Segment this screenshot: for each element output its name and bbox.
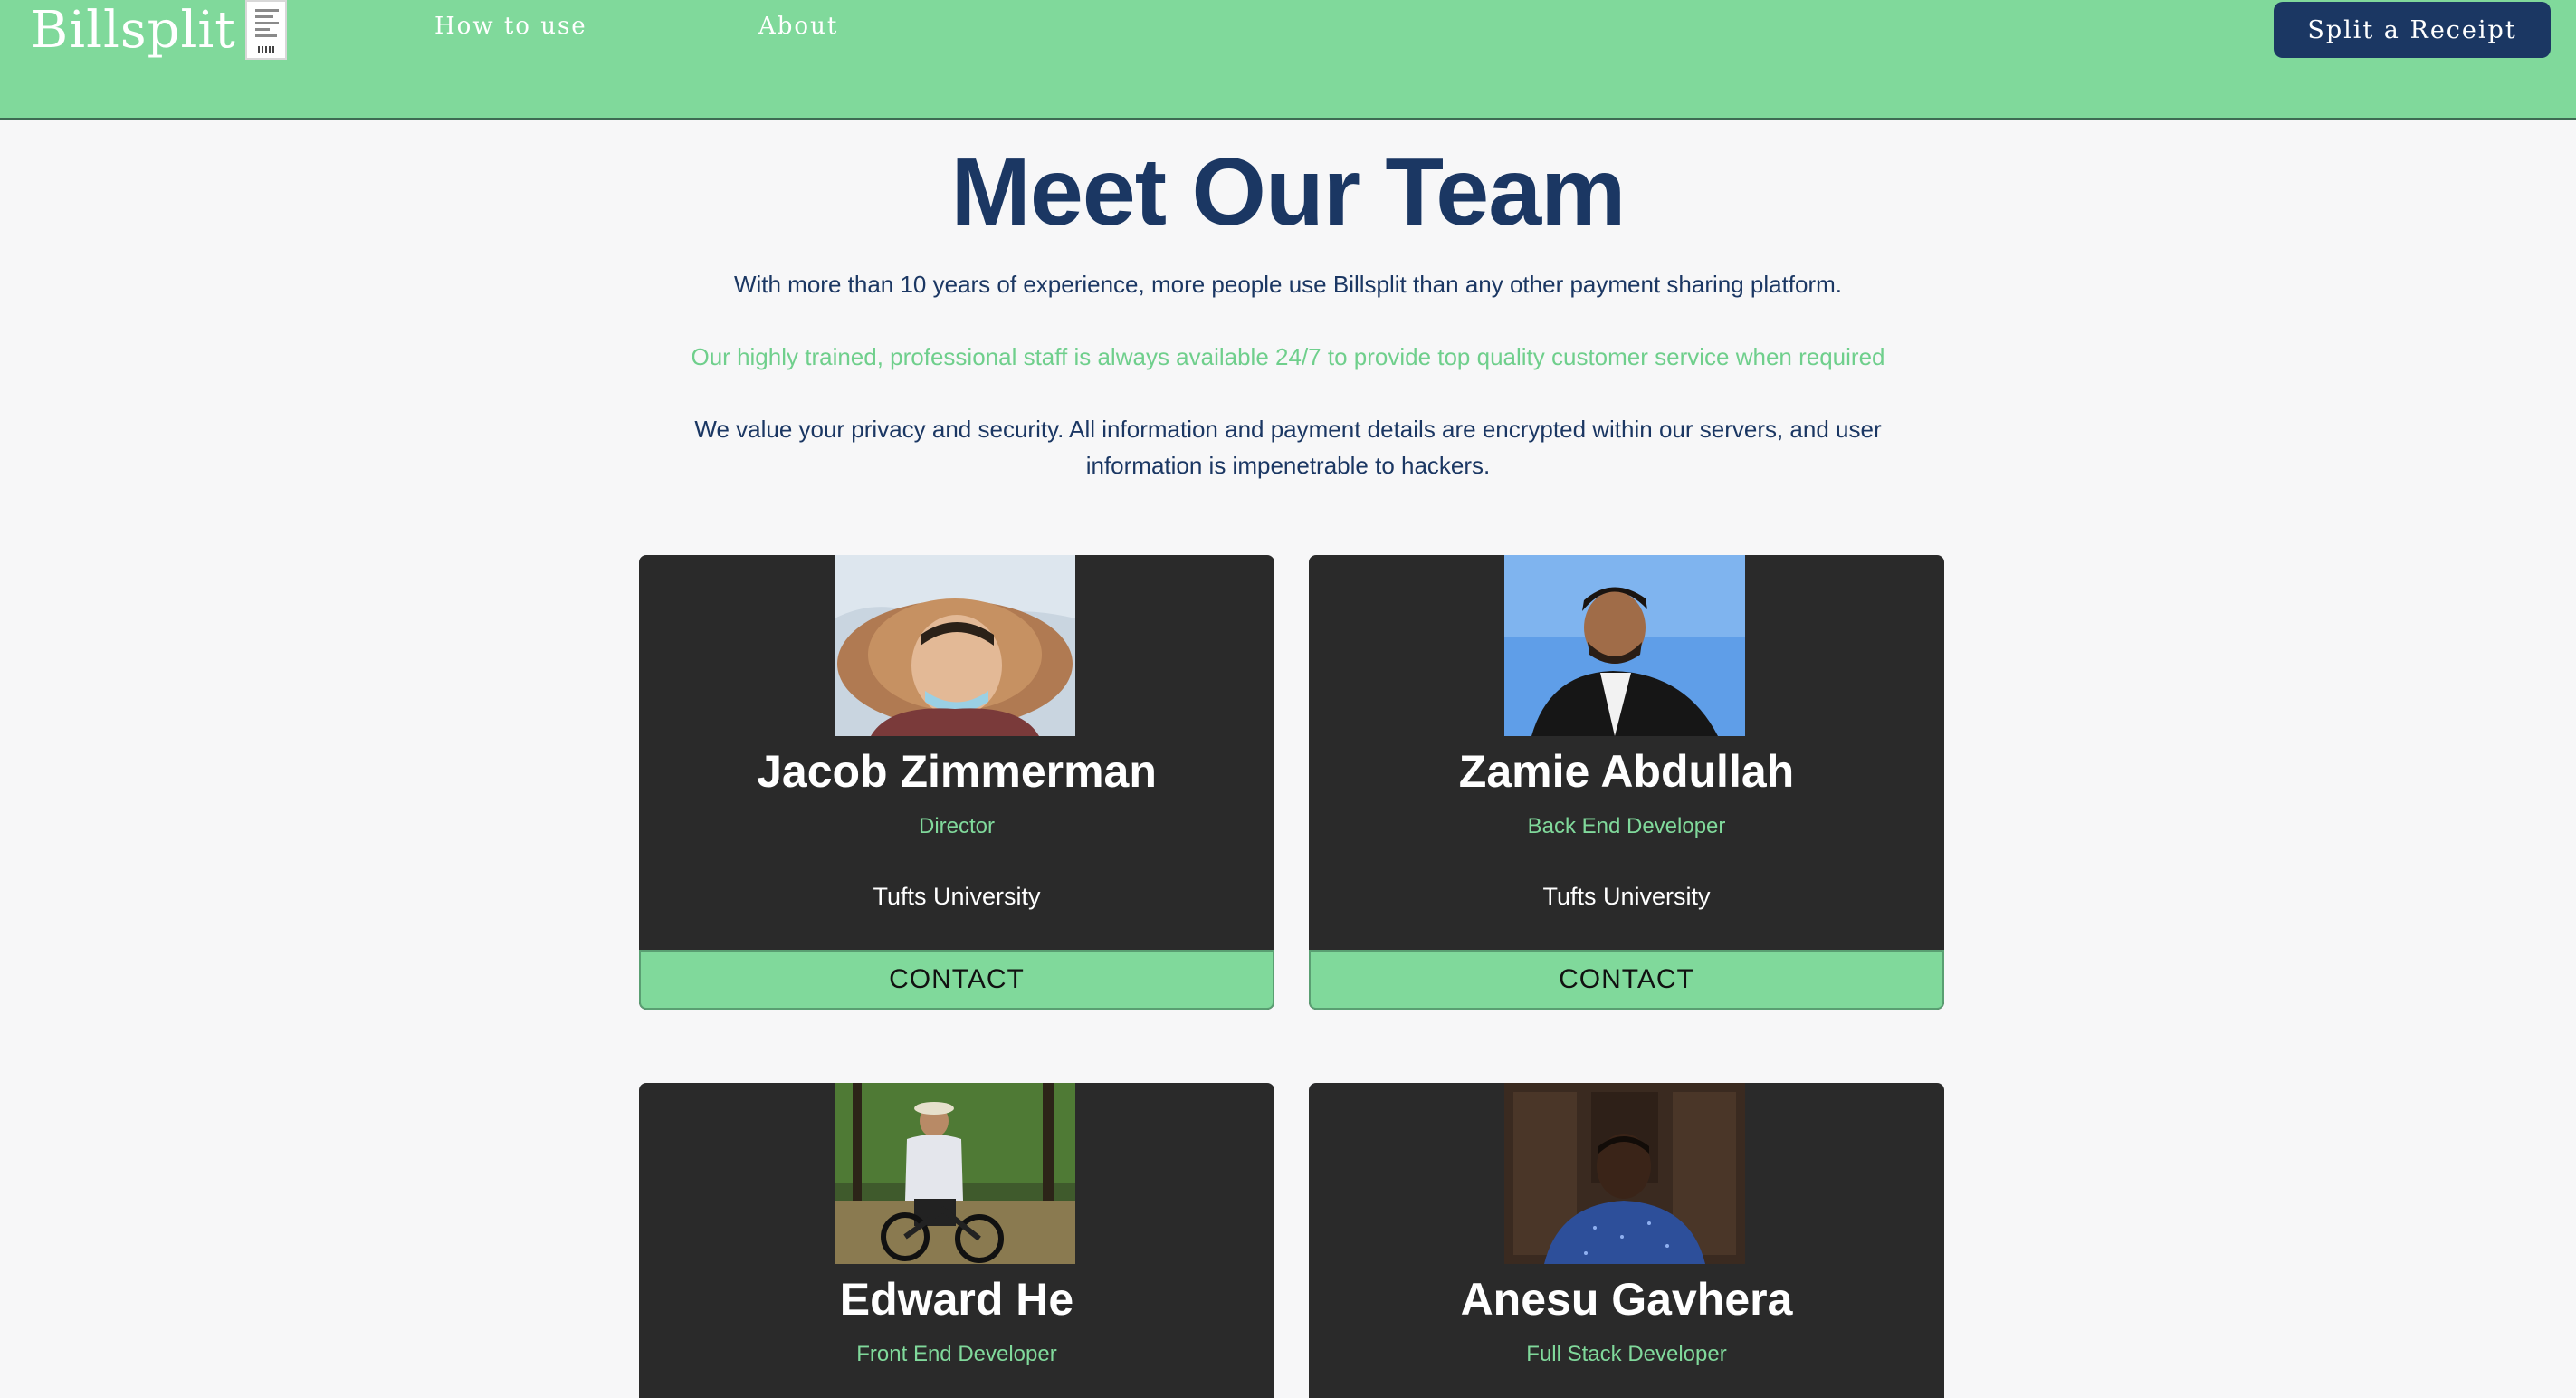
profile-photo <box>1504 1083 1745 1264</box>
member-name: Zamie Abdullah <box>1458 746 1795 797</box>
intro-paragraph-staff: Our highly trained, professional staff i… <box>691 343 1885 370</box>
nav-link-how-to-use[interactable]: How to use <box>434 13 587 40</box>
top-navbar: Billsplit How to use About Split a Recei… <box>0 0 2576 120</box>
brand-name: Billsplit <box>31 0 236 60</box>
profile-photo <box>1504 555 1745 736</box>
member-role: Front End Developer <box>856 1342 1057 1366</box>
team-card-jacob-zimmerman: Jacob Zimmerman Director Tufts Universit… <box>639 555 1274 1010</box>
member-name: Edward He <box>839 1274 1074 1325</box>
nav-link-about[interactable]: About <box>758 13 838 40</box>
profile-photo <box>835 1083 1075 1264</box>
team-card-zamie-abdullah: Zamie Abdullah Back End Developer Tufts … <box>1309 555 1944 1010</box>
member-school: Tufts University <box>873 883 1041 910</box>
contact-button[interactable]: CONTACT <box>639 950 1274 1010</box>
member-name: Anesu Gavhera <box>1460 1274 1793 1325</box>
split-receipt-button[interactable]: Split a Receipt <box>2274 2 2551 58</box>
brand-logo[interactable]: Billsplit <box>31 0 287 60</box>
team-card-edward-he: Edward He Front End Developer <box>639 1083 1274 1398</box>
member-name: Jacob Zimmerman <box>757 746 1157 797</box>
receipt-icon <box>244 0 287 60</box>
member-role: Back End Developer <box>1527 814 1726 838</box>
contact-button[interactable]: CONTACT <box>1309 950 1944 1010</box>
profile-photo <box>835 555 1075 736</box>
intro-paragraph-experience: With more than 10 years of experience, m… <box>733 271 1843 298</box>
page-title: Meet Our Team <box>950 139 1627 245</box>
member-school: Tufts University <box>1542 883 1711 910</box>
intro-paragraph-privacy: We value your privacy and security. All … <box>694 416 1882 479</box>
member-role: Full Stack Developer <box>1526 1342 1727 1366</box>
team-card-anesu-gavhera: Anesu Gavhera Full Stack Developer <box>1309 1083 1944 1398</box>
member-role: Director <box>918 814 995 838</box>
